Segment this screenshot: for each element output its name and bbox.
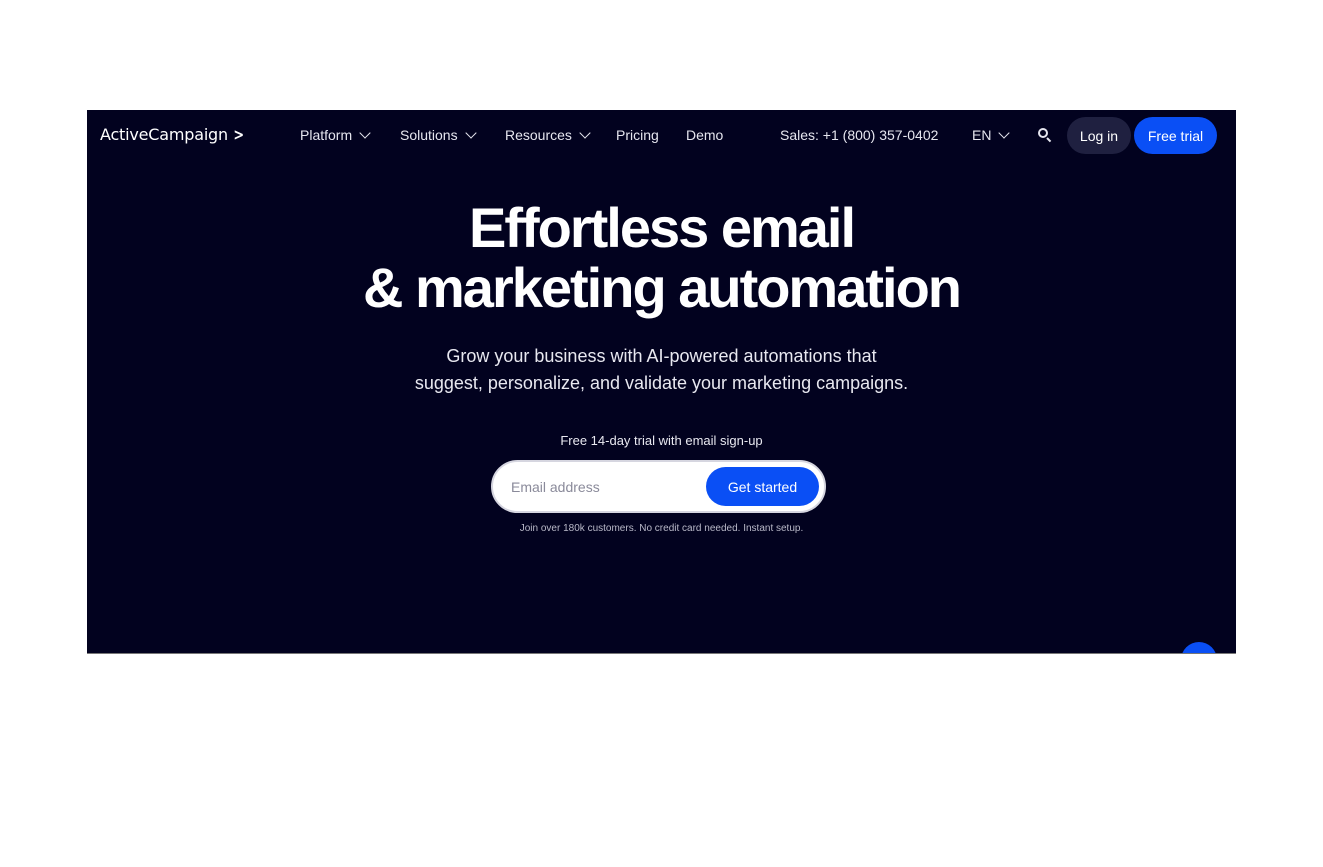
hero-subtitle-line2: suggest, personalize, and validate your … — [414, 373, 909, 393]
chevron-down-icon — [359, 126, 371, 139]
trial-note: Free 14-day trial with email sign-up — [560, 433, 763, 448]
login-button[interactable]: Log in — [1067, 117, 1131, 154]
nav-item-label: Platform — [300, 127, 353, 143]
hero-title-line1: Effortless email — [468, 196, 856, 259]
logo-link[interactable]: ActiveCampaign > — [100, 125, 245, 144]
free-trial-button[interactable]: Free trial — [1134, 117, 1217, 154]
search-icon[interactable] — [1038, 128, 1052, 143]
chevron-down-icon — [464, 126, 477, 139]
language-label: EN — [972, 127, 992, 143]
nav-item-demo[interactable]: Demo — [686, 127, 723, 143]
page-viewport: ActiveCampaign > Platform Solutions Reso… — [87, 110, 1236, 654]
hero-title: Effortless email & marketing automation — [87, 198, 1236, 318]
hero-title-line2: & marketing automation — [363, 256, 962, 319]
search-icon-handle — [1046, 137, 1052, 143]
signup-disclaimer: Join over 180k customers. No credit card… — [519, 523, 804, 534]
nav-item-label: Demo — [686, 127, 724, 143]
search-icon-ring — [1038, 128, 1048, 138]
language-selector[interactable]: EN — [972, 126, 1011, 143]
nav-item-pricing[interactable]: Pricing — [616, 127, 659, 143]
nav-item-platform[interactable]: Platform — [300, 126, 371, 143]
nav-item-label: Solutions — [400, 127, 458, 143]
top-navigation: ActiveCampaign > Platform Solutions Reso… — [87, 110, 1236, 162]
chevron-down-icon — [998, 126, 1011, 139]
logo-chevron-icon: > — [233, 125, 244, 144]
nav-item-resources[interactable]: Resources — [505, 126, 591, 143]
nav-item-solutions[interactable]: Solutions — [400, 126, 477, 143]
hero-subtitle: Grow your business with AI-powered autom… — [87, 343, 1236, 397]
hero-subtitle-line1: Grow your business with AI-powered autom… — [446, 346, 877, 366]
signup-form: Get started — [491, 460, 826, 513]
chat-widget-button[interactable] — [1181, 642, 1217, 653]
sales-phone-link[interactable]: Sales: +1 (800) 357-0402 — [780, 127, 938, 143]
nav-item-label: Resources — [505, 127, 572, 143]
chevron-down-icon — [579, 126, 591, 139]
email-input[interactable] — [511, 476, 701, 498]
get-started-button[interactable]: Get started — [706, 467, 819, 506]
logo-text: ActiveCampaign — [100, 125, 228, 144]
nav-item-label: Pricing — [616, 127, 659, 143]
